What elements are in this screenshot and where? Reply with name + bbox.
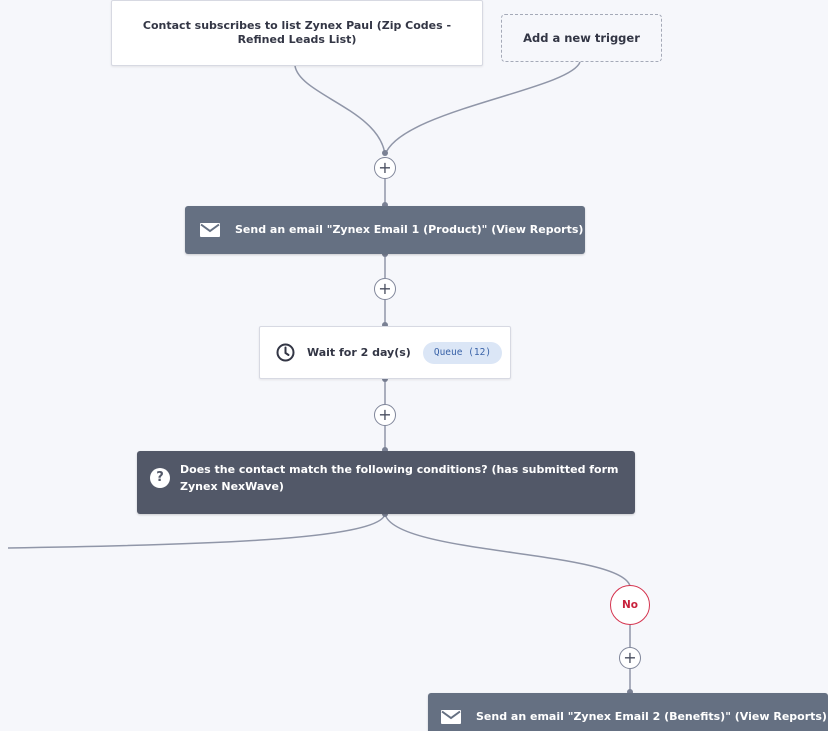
add-step-button[interactable]: +	[374, 157, 396, 179]
automation-canvas[interactable]: Contact subscribes to list Zynex Paul (Z…	[0, 0, 828, 731]
clock-icon	[276, 343, 295, 362]
send-email-label: Send an email "Zynex Email 1 (Product)" …	[235, 223, 584, 236]
mail-icon	[200, 223, 220, 237]
connector-dot	[382, 150, 388, 156]
add-step-button[interactable]: +	[619, 647, 641, 669]
connector-condition-no	[384, 513, 631, 587]
connector-trigger-right	[384, 61, 581, 156]
wait-label: Wait for 2 day(s)	[307, 345, 411, 359]
connector-condition-yes	[7, 513, 386, 549]
plus-icon: +	[378, 158, 392, 177]
connector-trigger-left	[294, 65, 386, 156]
branch-no-label: No	[621, 599, 638, 611]
mail-icon	[441, 710, 461, 724]
trigger-label: Contact subscribes to list Zynex Paul (Z…	[142, 19, 452, 46]
question-icon: ?	[150, 468, 170, 488]
plus-icon: +	[378, 279, 392, 298]
branch-no-badge[interactable]: No	[610, 585, 650, 625]
trigger-list-subscribe[interactable]: Contact subscribes to list Zynex Paul (Z…	[111, 0, 483, 66]
wait-step[interactable]: Wait for 2 day(s) Queue (12)	[259, 326, 511, 379]
condition-label: Does the contact match the following con…	[180, 463, 619, 493]
plus-icon: +	[623, 648, 637, 667]
queue-badge[interactable]: Queue (12)	[422, 341, 503, 364]
add-step-button[interactable]: +	[374, 278, 396, 300]
plus-icon: +	[378, 405, 392, 424]
add-trigger-label: Add a new trigger	[523, 31, 640, 45]
send-email-step-1[interactable]: Send an email "Zynex Email 1 (Product)" …	[185, 206, 585, 254]
condition-step[interactable]: ? Does the contact match the following c…	[137, 451, 635, 514]
send-email-label: Send an email "Zynex Email 2 (Benefits)"…	[476, 710, 827, 723]
send-email-step-2[interactable]: Send an email "Zynex Email 2 (Benefits)"…	[428, 693, 828, 731]
add-step-button[interactable]: +	[374, 404, 396, 426]
add-trigger-button[interactable]: Add a new trigger	[501, 14, 662, 62]
